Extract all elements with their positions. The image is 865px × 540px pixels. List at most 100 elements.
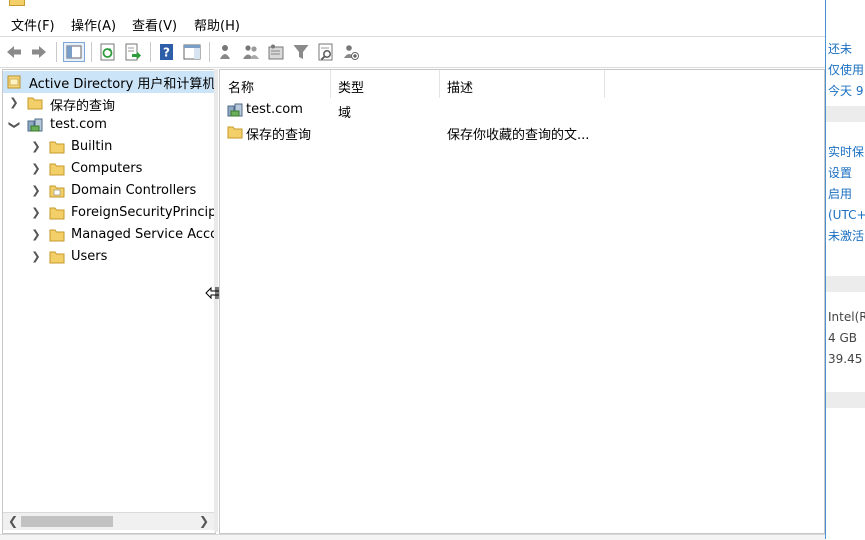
folder-icon [49,251,65,264]
tree-item-label: Domain Controllers [71,183,197,198]
menu-file[interactable]: 文件(F) [11,15,55,34]
side-link[interactable]: 还未 [828,41,852,57]
list-item-type: 域 [338,106,352,121]
menu-action[interactable]: 操作(A) [71,15,116,34]
list-item-description: 保存你收藏的查询的文... [447,128,590,143]
background-window: 还未 仅使用 今天 9 实时保 设置 启用 (UTC+ 未激活 Intel(R … [825,0,865,539]
domain-icon [27,118,43,132]
menu-bar: 文件(F) 操作(A) 查看(V) 帮助(H) [0,10,825,34]
side-link[interactable]: 实时保 [828,144,864,160]
toolbar-separator [91,42,92,62]
toolbar: ? [0,36,825,68]
side-divider [826,392,865,408]
tree-item-label: Managed Service Accounts [71,227,216,242]
tree-item-domain[interactable]: ❯ test.com [3,115,215,137]
console-tree: Active Directory 用户和计算机 ❯ 保存的查询 ❯ test.c… [2,69,216,534]
chevron-right-icon[interactable]: ❯ [30,206,42,220]
folder-icon [49,163,65,176]
title-bar [0,0,825,6]
chevron-right-icon[interactable]: ❯ [30,250,42,264]
menu-view[interactable]: 查看(V) [132,15,177,34]
tree-item-domain-controllers[interactable]: ❯ Domain Controllers [3,181,215,203]
find-icon[interactable] [317,43,335,61]
filter-icon[interactable] [292,43,310,61]
tree-item-label: Users [71,249,108,264]
refresh-icon[interactable] [99,43,117,61]
chevron-down-icon[interactable]: ❯ [7,119,21,131]
side-link[interactable]: 仅使用 [828,62,864,78]
column-header-label: 类型 [338,81,365,96]
tree-item-users[interactable]: ❯ Users [3,247,215,269]
side-link[interactable]: 未激活 [828,228,864,244]
status-bar [0,534,825,540]
folder-icon [227,126,243,139]
side-text: Intel(R [828,310,865,324]
result-list: 名称 类型 描述 test.com 域 保存的查询 保存你收藏的查询的文... [219,69,825,534]
help-icon[interactable]: ? [158,43,176,61]
add-to-group-icon[interactable] [342,43,360,61]
pane-splitter[interactable] [214,69,218,532]
list-item-name: test.com [246,102,303,117]
svg-text:?: ? [163,46,170,60]
tree-horizontal-scrollbar[interactable]: ❮ ❯ [3,512,214,530]
scroll-right-icon[interactable]: ❯ [199,514,209,528]
tree-item-managed-service-accounts[interactable]: ❯ Managed Service Accounts [3,225,215,247]
side-link[interactable]: 今天 9 [828,83,863,99]
domain-icon [227,103,243,117]
toolbar-separator [150,42,151,62]
column-header-label: 名称 [228,81,255,96]
side-link[interactable]: 设置 [828,165,852,181]
list-item[interactable]: 保存的查询 保存你收藏的查询的文... [220,121,824,143]
tree-item-root[interactable]: Active Directory 用户和计算机 [3,71,215,93]
forward-icon[interactable] [30,43,48,61]
tree-item-saved-queries[interactable]: ❯ 保存的查询 [3,93,215,115]
ou-icon[interactable] [267,43,285,61]
tree-item-label: 保存的查询 [50,99,116,114]
users-icon[interactable] [217,43,235,61]
folder-icon [49,141,65,154]
groups-icon[interactable] [242,43,260,61]
list-item-name: 保存的查询 [246,128,312,143]
show-hide-console-tree-icon[interactable] [63,42,85,62]
side-divider [826,276,865,292]
tree-item-label: Active Directory 用户和计算机 [29,77,216,92]
side-text: 39.45 [828,352,863,366]
back-icon[interactable] [5,43,23,61]
menu-help[interactable]: 帮助(H) [194,15,240,34]
tree-item-label: ForeignSecurityPrincipals [71,205,216,220]
tree-item-label: Computers [71,161,143,176]
chevron-right-icon[interactable]: ❯ [30,162,42,176]
side-divider [826,106,865,122]
column-header-description[interactable]: 描述 [439,70,605,98]
column-header-name[interactable]: 名称 [220,70,331,98]
tree-item-label: test.com [50,117,107,132]
ad-users-computers-icon [7,75,21,89]
column-header-type[interactable]: 类型 [330,70,440,98]
tree-item-computers[interactable]: ❯ Computers [3,159,215,181]
chevron-right-icon[interactable]: ❯ [30,228,42,242]
side-link[interactable]: 启用 [828,186,852,202]
tree-item-builtin[interactable]: ❯ Builtin [3,137,215,159]
toolbar-separator [209,42,210,62]
chevron-right-icon[interactable]: ❯ [30,140,42,154]
tree-item-foreign-security-principals[interactable]: ❯ ForeignSecurityPrincipals [3,203,215,225]
tree-item-label: Builtin [71,139,113,154]
list-header: 名称 类型 描述 [220,70,824,98]
scroll-left-icon[interactable]: ❮ [8,514,18,528]
column-header-label: 描述 [447,81,474,96]
scrollbar-thumb[interactable] [21,516,113,527]
show-action-pane-icon[interactable] [183,43,201,61]
folder-icon [27,97,43,110]
app-icon [9,0,25,6]
export-list-icon[interactable] [124,43,142,61]
folder-icon [49,207,65,220]
mmc-window: 文件(F) 操作(A) 查看(V) 帮助(H) ? Active Directo… [0,0,825,540]
side-text: 4 GB [828,331,857,345]
ou-folder-icon [49,185,65,198]
folder-icon [49,229,65,242]
list-item[interactable]: test.com 域 [220,99,824,121]
toolbar-separator [56,42,57,62]
side-link[interactable]: (UTC+ [828,207,865,223]
chevron-right-icon[interactable]: ❯ [8,96,20,110]
chevron-right-icon[interactable]: ❯ [30,184,42,198]
